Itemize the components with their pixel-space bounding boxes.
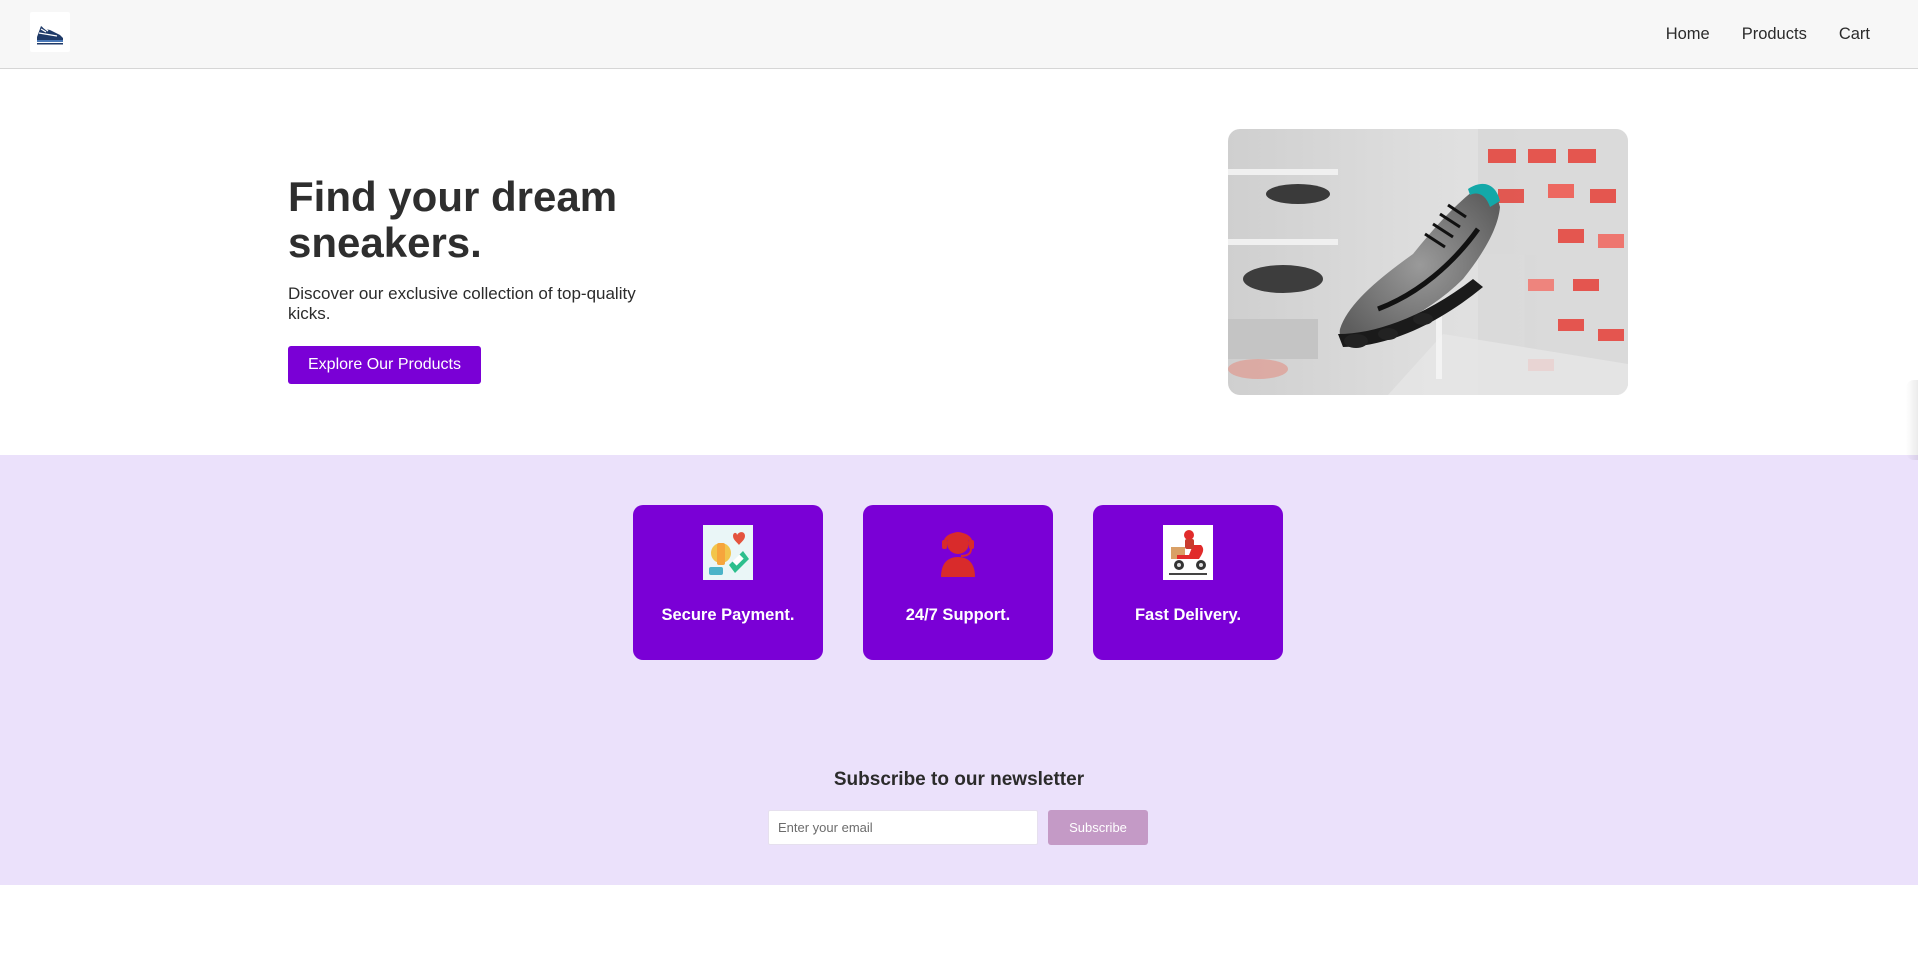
sneaker-on-display-photo [1228,129,1628,395]
hero-subtitle: Discover our exclusive collection of top… [288,284,636,323]
feature-card-secure-payment: Secure Payment. [633,505,823,660]
hero-title: Find your dream sneakers. [288,173,618,266]
delivery-scooter-icon [1163,525,1213,580]
feature-card-delivery: Fast Delivery. [1093,505,1283,660]
secure-payment-icon [703,525,753,580]
logo[interactable] [30,12,70,52]
nav-cart[interactable]: Cart [1839,25,1870,44]
explore-products-button[interactable]: Explore Our Products [288,346,481,384]
nav-home[interactable]: Home [1666,25,1710,44]
newsletter-title: Subscribe to our newsletter [833,769,1085,790]
nav-links: Home Products Cart [1666,0,1870,69]
hero-image [1228,129,1628,395]
feature-cards: Secure Payment. 24/7 Support. Fast Deliv… [633,505,1283,660]
feature-label: 24/7 Support. [905,606,1011,624]
nav-products[interactable]: Products [1742,25,1807,44]
sneaker-logo-icon [37,26,63,45]
side-scroll-shadow [1906,380,1918,460]
feature-label: Fast Delivery. [1134,606,1242,624]
feature-label: Secure Payment. [661,606,795,624]
support-headset-icon [933,525,983,580]
subscribe-button[interactable]: Subscribe [1048,810,1148,845]
hero-text: Find your dream sneakers. Discover our e… [288,174,708,384]
navbar: Home Products Cart [0,0,1918,69]
feature-card-support: 24/7 Support. [863,505,1053,660]
email-input[interactable] [768,810,1038,845]
